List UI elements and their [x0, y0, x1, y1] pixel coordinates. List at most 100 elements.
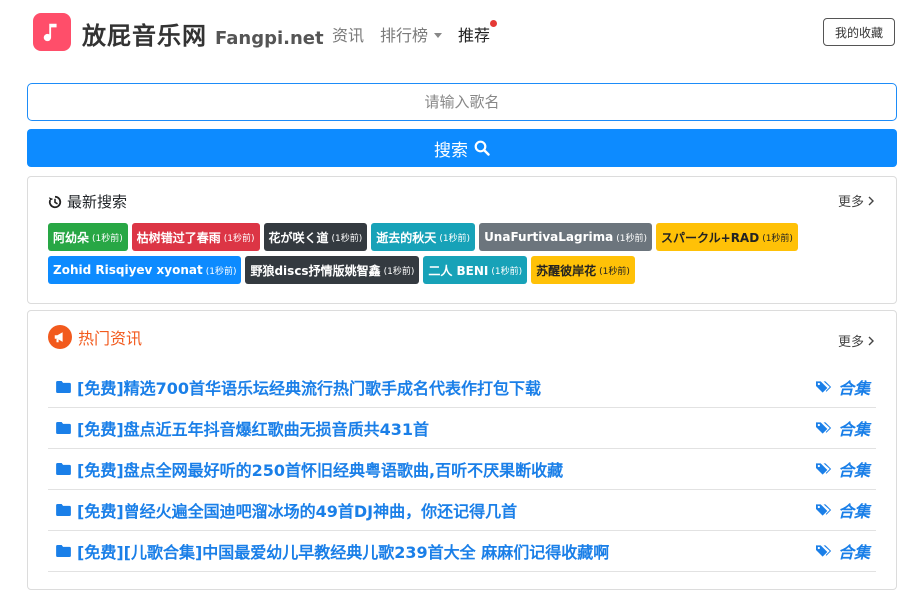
my-favorites-button[interactable]: 我的收藏: [823, 18, 895, 46]
news-item[interactable]: [免费]曾经火遍全国迪吧溜冰场的49首DJ神曲，你还记得几首 合集: [48, 490, 876, 531]
tag-name: 逝去的秋天: [376, 230, 437, 245]
tag-name: スパークル+RAD: [661, 230, 760, 245]
tag-name: Zohid Risqiyev xyonat: [53, 263, 203, 277]
tag-time: (1秒前): [205, 266, 237, 277]
search-tag[interactable]: 野狼discs抒情版姚智鑫 (1秒前): [245, 256, 420, 284]
search-button-label: 搜索: [434, 140, 468, 161]
caret-down-icon: [434, 32, 443, 38]
news-tag[interactable]: 合集: [815, 498, 876, 522]
news-item-main: [免费][儿歌合集]中国最爱幼儿早教经典儿歌239首大全 麻麻们记得收藏啊: [48, 539, 609, 563]
folder-icon: [56, 381, 71, 393]
nav-news-label: 资讯: [332, 26, 365, 45]
news-tag[interactable]: 合集: [815, 539, 876, 563]
search-tag[interactable]: 阿幼朵 (1秒前): [48, 223, 128, 251]
nav-news[interactable]: 资讯: [332, 22, 364, 46]
hot-more-link[interactable]: 更多: [838, 331, 874, 350]
hot-more-label: 更多: [837, 335, 864, 350]
megaphone-icon: [48, 325, 72, 349]
recent-searches-card: 最新搜索 更多 阿幼朵 (1秒前) 枯树错过了春雨 (1秒前) 花が咲く道 (1秒前)…: [27, 176, 897, 304]
search-tag[interactable]: 苏醒彼岸花 (1秒前): [531, 256, 635, 284]
tag-time: (1秒前): [92, 233, 123, 244]
tag-time: (1秒前): [331, 233, 363, 244]
recent-more-label: 更多: [837, 195, 864, 210]
search-tag[interactable]: 逝去的秋天 (1秒前): [371, 223, 476, 251]
tag-name: UnaFurtivaLagrima: [484, 230, 614, 244]
chevron-right-icon: [868, 336, 874, 345]
tag-name: 花が咲く道: [268, 230, 329, 245]
news-title: [免费]精选700首华语乐坛经典流行热门歌手成名代表作打包下载: [77, 379, 542, 398]
nav-recommend[interactable]: 推荐: [458, 20, 498, 46]
tag-time: (1秒前): [491, 266, 523, 277]
tags-icon: [815, 463, 832, 475]
tag-name: 苏醒彼岸花: [536, 263, 597, 278]
brand-domain: Fangpi.net: [215, 28, 324, 49]
recent-searches-header: 最新搜索: [48, 191, 127, 212]
tag-time: (1秒前): [616, 233, 647, 244]
news-tag[interactable]: 合集: [815, 375, 876, 399]
news-item[interactable]: [免费][儿歌合集]中国最爱幼儿早教经典儿歌239首大全 麻麻们记得收藏啊 合集: [48, 531, 876, 572]
nav-rankings-label: 排行榜: [380, 26, 429, 45]
folder-icon: [56, 422, 71, 434]
hot-news-list: [免费]精选700首华语乐坛经典流行热门歌手成名代表作打包下载 合集 [免费]盘…: [48, 367, 876, 572]
search-button[interactable]: 搜索: [27, 129, 897, 167]
brand[interactable]: 放屁音乐网 Fangpi.net: [82, 16, 324, 50]
news-tag[interactable]: 合集: [815, 457, 876, 481]
news-tag-label: 合集: [837, 461, 870, 480]
tags-icon: [815, 545, 832, 557]
news-tag-label: 合集: [837, 420, 870, 439]
news-tag-label: 合集: [837, 379, 870, 398]
folder-icon: [56, 463, 71, 475]
news-item[interactable]: [免费]盘点全网最好听的250首怀旧经典粤语歌曲,百听不厌果断收藏 合集: [48, 449, 876, 490]
news-item-main: [免费]盘点全网最好听的250首怀旧经典粤语歌曲,百听不厌果断收藏: [48, 457, 563, 481]
recent-more-link[interactable]: 更多: [838, 191, 874, 210]
tag-name: 野狼discs抒情版姚智鑫: [250, 263, 381, 278]
main-nav: 资讯 排行榜 推荐: [332, 20, 506, 46]
tag-time: (1秒前): [223, 233, 255, 244]
news-item-main: [免费]盘点近五年抖音爆红歌曲无损音质共431首: [48, 416, 429, 440]
search-icon: [474, 140, 490, 156]
news-tag-label: 合集: [837, 543, 870, 562]
header: 放屁音乐网 Fangpi.net 资讯 排行榜 推荐 我的收藏: [0, 0, 910, 66]
news-item[interactable]: [免费]盘点近五年抖音爆红歌曲无损音质共431首 合集: [48, 408, 876, 449]
news-title: [免费][儿歌合集]中国最爱幼儿早教经典儿歌239首大全 麻麻们记得收藏啊: [77, 543, 610, 562]
tag-time: (1秒前): [599, 266, 630, 277]
tag-name: 枯树错过了春雨: [136, 230, 221, 245]
news-tag[interactable]: 合集: [815, 416, 876, 440]
search-tag[interactable]: スパークル+RAD (1秒前): [656, 223, 798, 251]
tag-time: (1秒前): [762, 233, 793, 244]
search-input[interactable]: [27, 83, 897, 121]
tag-time: (1秒前): [383, 266, 415, 277]
news-title: [免费]盘点近五年抖音爆红歌曲无损音质共431首: [77, 420, 430, 439]
news-item-main: [免费]曾经火遍全国迪吧溜冰场的49首DJ神曲，你还记得几首: [48, 498, 517, 522]
recent-tags: 阿幼朵 (1秒前) 枯树错过了春雨 (1秒前) 花が咲く道 (1秒前) 逝去的秋天 (1…: [48, 223, 878, 289]
brand-name: 放屁音乐网: [82, 22, 207, 50]
chevron-right-icon: [868, 196, 874, 205]
news-tag-label: 合集: [837, 502, 870, 521]
tags-icon: [815, 381, 832, 393]
search-tag[interactable]: 枯树错过了春雨 (1秒前): [131, 223, 260, 251]
folder-icon: [56, 504, 71, 516]
nav-rankings-dropdown[interactable]: 排行榜: [380, 22, 443, 46]
notification-dot-icon: [490, 20, 498, 27]
news-item[interactable]: [免费]精选700首华语乐坛经典流行热门歌手成名代表作打包下载 合集: [48, 367, 876, 408]
nav-recommend-label: 推荐: [458, 26, 491, 45]
search-tag[interactable]: 二人 BENI (1秒前): [423, 256, 528, 284]
tag-name: 阿幼朵: [53, 230, 90, 245]
hot-news-card: 热门资讯 更多 [免费]精选700首华语乐坛经典流行热门歌手成名代表作打包下载 …: [27, 310, 897, 590]
tags-icon: [815, 504, 832, 516]
news-title: [免费]盘点全网最好听的250首怀旧经典粤语歌曲,百听不厌果断收藏: [77, 461, 564, 480]
tag-time: (1秒前): [439, 233, 471, 244]
tag-name: 二人 BENI: [428, 263, 489, 278]
folder-icon: [56, 545, 71, 557]
music-note-icon: [43, 23, 57, 42]
hot-news-title: 热门资讯: [78, 329, 143, 348]
music-note-logo[interactable]: [33, 13, 71, 51]
search-tag[interactable]: 花が咲く道 (1秒前): [263, 223, 368, 251]
recent-searches-title: 最新搜索: [67, 193, 128, 211]
search-tag[interactable]: UnaFurtivaLagrima (1秒前): [479, 223, 652, 251]
tags-icon: [815, 422, 832, 434]
hot-news-header: 热门资讯: [48, 325, 142, 349]
news-item-main: [免费]精选700首华语乐坛经典流行热门歌手成名代表作打包下载: [48, 375, 541, 399]
search-tag[interactable]: Zohid Risqiyev xyonat (1秒前): [48, 256, 242, 284]
news-title: [免费]曾经火遍全国迪吧溜冰场的49首DJ神曲，你还记得几首: [77, 502, 518, 521]
